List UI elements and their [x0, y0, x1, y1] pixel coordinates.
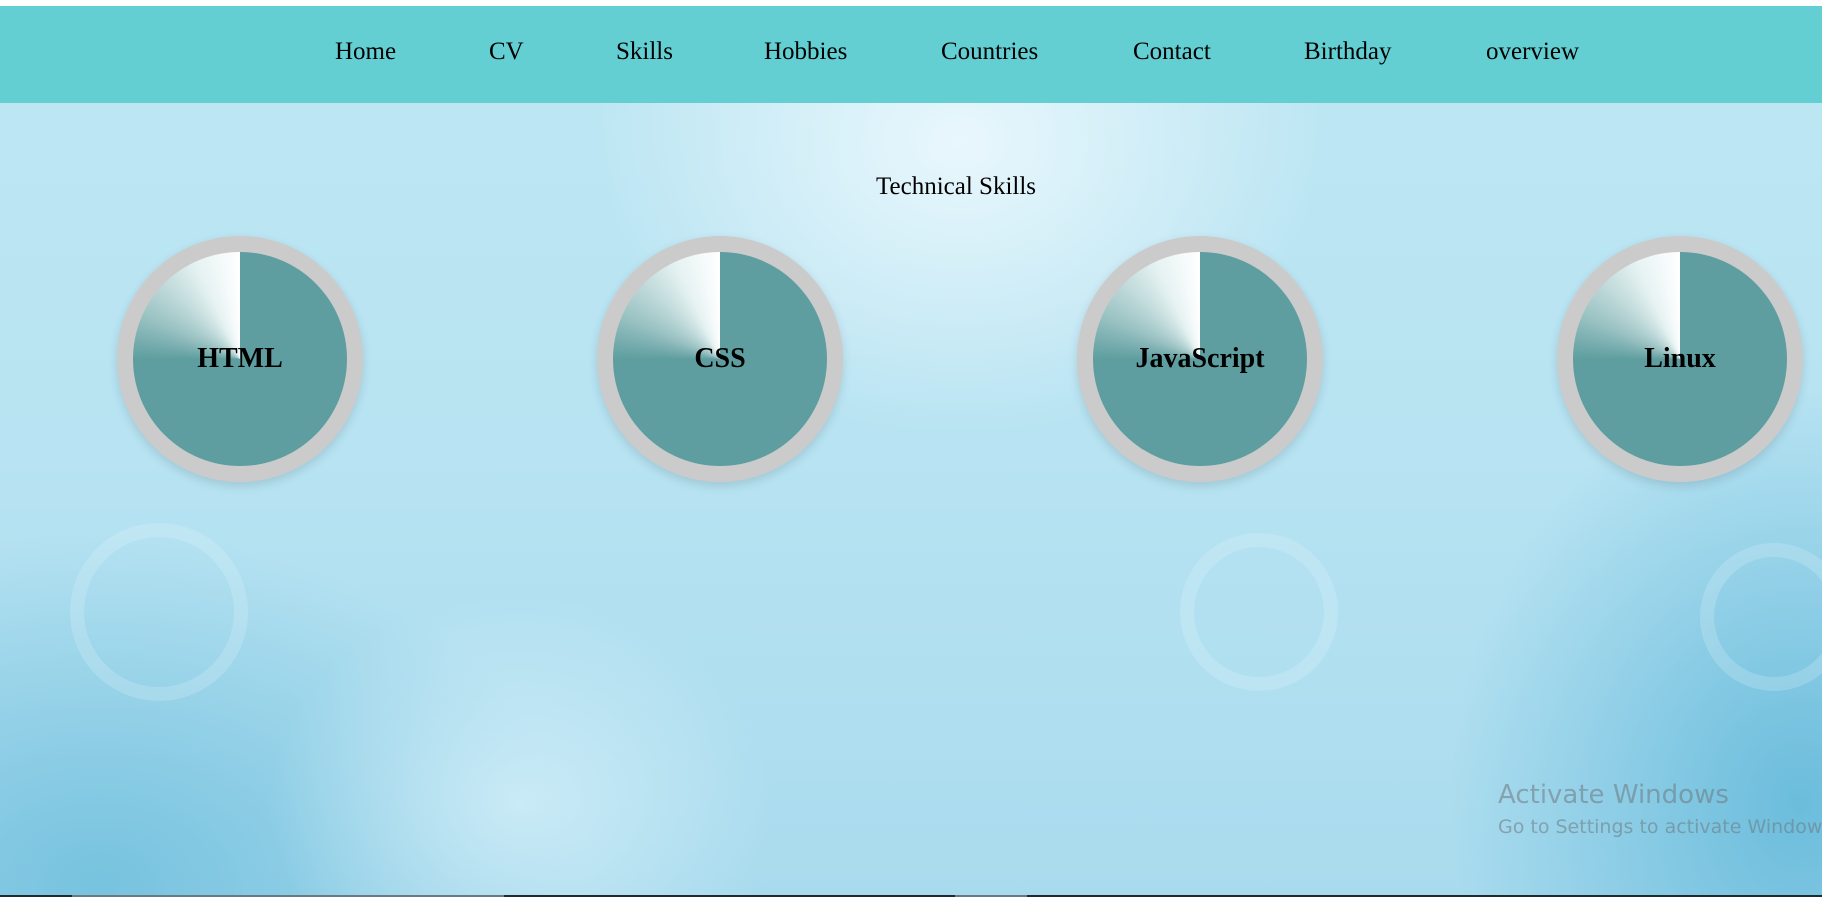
skill-label-linux: Linux — [1644, 343, 1716, 374]
watermark-subtitle: Go to Settings to activate Windows. — [1498, 816, 1822, 837]
nav-link-hobbies[interactable]: Hobbies — [764, 39, 847, 64]
watermark-title: Activate Windows — [1498, 782, 1729, 810]
nav-link-skills[interactable]: Skills — [616, 39, 673, 64]
nav-link-contact[interactable]: Contact — [1133, 39, 1211, 64]
background-decoration — [1180, 533, 1338, 691]
page-background — [0, 103, 1822, 895]
nav-link-cv[interactable]: CV — [489, 39, 524, 64]
background-decoration — [70, 523, 248, 701]
skill-label-javascript: JavaScript — [1135, 343, 1265, 374]
nav-link-countries[interactable]: Countries — [941, 39, 1038, 64]
skill-circle-linux: Linux — [1557, 236, 1803, 482]
windows-activation-watermark: Activate Windows Go to Settings to activ… — [1498, 782, 1822, 837]
nav-link-birthday[interactable]: Birthday — [1304, 39, 1392, 64]
skill-label-html: HTML — [197, 343, 283, 374]
top-navbar: Home CV Skills Hobbies Countries Contact… — [0, 6, 1822, 103]
skill-circle-html: HTML — [117, 236, 363, 482]
nav-link-home[interactable]: Home — [335, 39, 396, 64]
page-title: Technical Skills — [876, 173, 1037, 200]
background-decoration — [1700, 543, 1822, 691]
skill-circle-css: CSS — [597, 236, 843, 482]
skill-circle-javascript: JavaScript — [1077, 236, 1323, 482]
nav-link-overview[interactable]: overview — [1486, 39, 1579, 64]
skill-label-css: CSS — [694, 343, 746, 374]
